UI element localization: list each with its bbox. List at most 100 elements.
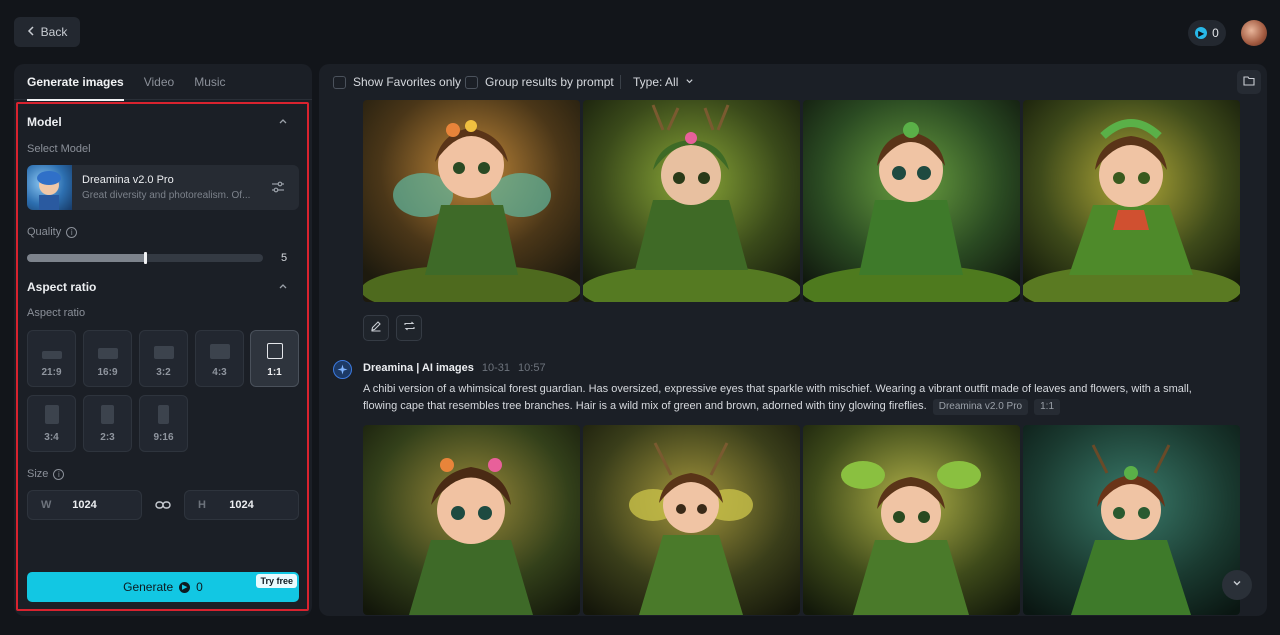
aspect-ratio-label: Aspect ratio xyxy=(27,307,86,319)
aspect-option-label: 16:9 xyxy=(97,367,118,378)
ratio-shape-icon xyxy=(101,405,114,424)
mode-tabs: Generate images Video Music xyxy=(14,64,312,101)
divider xyxy=(620,75,621,89)
model-settings-icon[interactable] xyxy=(271,180,285,194)
quality-value: 5 xyxy=(281,252,288,264)
aspect-option-label: 3:4 xyxy=(44,432,59,443)
ratio-shape-icon xyxy=(44,405,59,424)
aspect-option-4-3[interactable]: 4:3 xyxy=(195,330,244,387)
aspect-option-2-3[interactable]: 2:3 xyxy=(83,395,132,452)
result-image[interactable] xyxy=(363,425,580,615)
height-value: 1024 xyxy=(229,499,254,511)
quality-label: Quality xyxy=(27,226,62,238)
group-checkbox[interactable] xyxy=(465,75,478,89)
back-button[interactable]: Back xyxy=(14,17,80,47)
result-image[interactable] xyxy=(1023,100,1240,302)
aspect-option-3-2[interactable]: 3:2 xyxy=(139,330,188,387)
ratio-shape-icon xyxy=(41,351,62,359)
model-section-title[interactable]: Model xyxy=(27,115,62,129)
aspect-option-label: 3:2 xyxy=(156,367,171,378)
aspect-option-label: 2:3 xyxy=(100,432,115,443)
generation-date: 10-31 xyxy=(481,362,511,374)
model-tag: Dreamina v2.0 Pro xyxy=(932,399,1029,415)
regenerate-button[interactable] xyxy=(396,315,422,341)
favorites-filter[interactable]: Show Favorites only xyxy=(333,75,461,89)
edit-button[interactable] xyxy=(363,315,389,341)
generation-time: 10:57 xyxy=(518,362,546,374)
chevron-up-icon[interactable] xyxy=(278,281,290,293)
chevron-up-icon[interactable] xyxy=(278,116,290,128)
result-image[interactable] xyxy=(803,425,1020,615)
aspect-option-label: 1:1 xyxy=(267,367,282,378)
chevron-left-icon xyxy=(27,25,35,39)
aspect-option-1-1[interactable]: 1:1 xyxy=(250,330,299,387)
model-description: Great diversity and photorealism. Of... xyxy=(82,190,251,201)
try-free-badge: Try free xyxy=(256,574,297,588)
credits-count: 0 xyxy=(1212,26,1219,40)
ratio-shape-icon xyxy=(209,344,230,359)
scroll-down-button[interactable] xyxy=(1222,570,1252,600)
chevron-down-icon xyxy=(685,75,694,89)
ratio-shape-icon xyxy=(97,348,118,359)
credits-badge[interactable]: ▶ 0 xyxy=(1188,20,1226,46)
generate-label: Generate xyxy=(123,580,174,594)
folder-button[interactable] xyxy=(1237,70,1261,94)
avatar[interactable] xyxy=(1241,20,1267,46)
favorites-label: Show Favorites only xyxy=(353,75,462,89)
aspect-option-9-16[interactable]: 9:16 xyxy=(139,395,188,452)
back-label: Back xyxy=(40,25,68,39)
filter-bar: Show Favorites only Group results by pro… xyxy=(319,64,1267,100)
info-icon[interactable]: i xyxy=(66,226,78,238)
generation-header: Dreamina | AI images 10-31 10:57 xyxy=(363,362,546,374)
aspect-section-title[interactable]: Aspect ratio xyxy=(27,280,96,294)
ratio-shape-icon xyxy=(153,346,174,359)
width-value: 1024 xyxy=(72,499,97,511)
height-field[interactable]: H 1024 xyxy=(184,490,299,520)
generation-author: Dreamina | AI images xyxy=(363,362,474,374)
pencil-icon xyxy=(370,319,382,337)
tab-generate-images[interactable]: Generate images xyxy=(27,64,124,101)
credit-coin-icon: ▶ xyxy=(179,581,191,593)
info-icon[interactable]: i xyxy=(53,468,65,480)
ratio-shape-icon xyxy=(266,343,283,359)
group-label: Group results by prompt xyxy=(485,75,614,89)
quality-label-row: Quality i xyxy=(27,226,78,238)
size-label: Size xyxy=(27,468,49,480)
result-image[interactable] xyxy=(363,100,580,302)
top-bar: Back ▶ 0 xyxy=(0,0,1280,62)
link-icon[interactable] xyxy=(155,498,171,512)
aspect-option-21-9[interactable]: 21:9 xyxy=(27,330,76,387)
model-thumbnail xyxy=(27,165,72,210)
dreamina-logo-icon xyxy=(333,360,352,379)
favorites-checkbox[interactable] xyxy=(333,75,346,89)
aspect-option-label: 21:9 xyxy=(41,367,62,378)
model-name: Dreamina v2.0 Pro xyxy=(82,174,174,186)
aspect-option-16-9[interactable]: 16:9 xyxy=(83,330,132,387)
quality-slider[interactable] xyxy=(27,252,263,264)
folder-icon xyxy=(1243,75,1255,89)
ratio-shape-icon xyxy=(158,405,169,424)
group-filter[interactable]: Group results by prompt xyxy=(465,75,614,89)
tab-video[interactable]: Video xyxy=(144,64,174,100)
prompt-body: A chibi version of a whimsical forest gu… xyxy=(363,383,1192,412)
type-dropdown[interactable]: Type: All xyxy=(633,75,694,89)
generate-button[interactable]: Generate ▶ 0 Try free xyxy=(27,572,299,602)
type-label: Type: All xyxy=(633,75,679,89)
prompt-text: A chibi version of a whimsical forest gu… xyxy=(363,381,1223,415)
result-image[interactable] xyxy=(1023,425,1240,615)
tab-music[interactable]: Music xyxy=(194,64,225,100)
credit-coin-icon: ▶ xyxy=(1195,27,1208,39)
chevron-down-icon xyxy=(1231,576,1243,594)
quality-slider-fill xyxy=(27,254,145,262)
ratio-tag: 1:1 xyxy=(1034,399,1061,415)
select-model-label: Select Model xyxy=(27,143,91,155)
model-selector[interactable]: Dreamina v2.0 Pro Great diversity and ph… xyxy=(27,165,299,210)
size-label-row: Size i xyxy=(27,468,65,480)
width-field[interactable]: W 1024 xyxy=(27,490,142,520)
result-image[interactable] xyxy=(583,425,800,615)
aspect-option-3-4[interactable]: 3:4 xyxy=(27,395,76,452)
result-image[interactable] xyxy=(583,100,800,302)
quality-slider-handle[interactable] xyxy=(144,252,147,264)
result-image[interactable] xyxy=(803,100,1020,302)
repeat-icon xyxy=(403,319,416,337)
